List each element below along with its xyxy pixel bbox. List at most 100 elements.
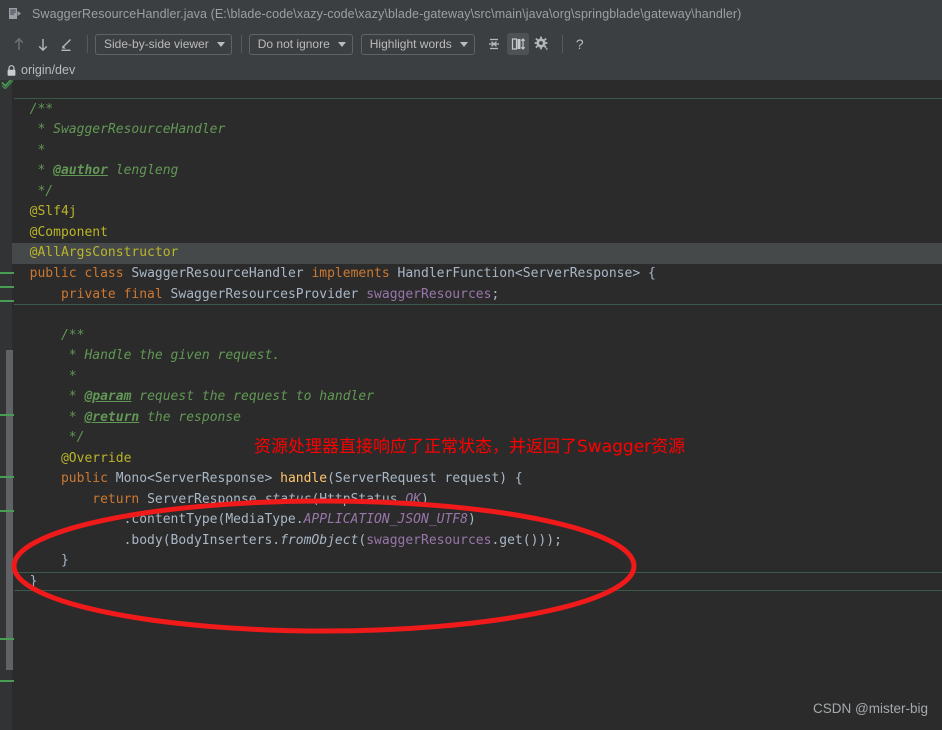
- code-token: .body(BodyInserters.: [14, 533, 281, 548]
- collapse-unchanged-icon[interactable]: [483, 33, 505, 55]
- code-line: */: [14, 182, 53, 203]
- code-line: .body(BodyInserters.fromObject(swaggerRe…: [14, 531, 562, 552]
- code-text-surface[interactable]: import springfox.documentation.swagger.w…: [0, 72, 942, 730]
- code-token: @author: [53, 163, 108, 178]
- chevron-down-icon: [459, 41, 468, 47]
- code-token: return: [14, 492, 148, 507]
- code-token: * SwaggerResourceHandler: [14, 122, 226, 137]
- code-token: request the request to handler: [131, 389, 375, 404]
- code-token: *: [14, 410, 85, 425]
- code-line: }: [14, 572, 38, 593]
- code-token: *: [14, 369, 77, 384]
- chevron-down-icon: [337, 41, 346, 47]
- code-token: }: [14, 553, 69, 568]
- help-button[interactable]: ?: [570, 36, 590, 52]
- code-token: @AllArgsConstructor: [14, 245, 179, 260]
- code-token: fromObject: [280, 533, 359, 548]
- code-line: @Override: [14, 449, 131, 470]
- code-line: public class SwaggerResourceHandler impl…: [14, 264, 656, 285]
- code-token: status: [264, 492, 312, 507]
- code-token: lengleng: [107, 163, 179, 178]
- code-token: /**: [14, 102, 54, 117]
- code-token: public: [14, 266, 85, 281]
- code-token: @param: [84, 389, 132, 404]
- code-token: ): [467, 512, 476, 527]
- diff-separator-line: [14, 572, 942, 573]
- gear-icon[interactable]: [531, 33, 553, 55]
- code-token: Mono<ServerResponse>: [115, 471, 281, 486]
- toolbar-divider: [561, 35, 563, 53]
- code-line: * @return the response: [14, 408, 241, 429]
- diff-separator-line: [14, 590, 942, 591]
- code-line: *: [14, 141, 45, 162]
- code-token: @return: [84, 410, 140, 425]
- code-line: @Slf4j: [14, 202, 77, 223]
- code-token: SwaggerResourceHandler: [131, 266, 312, 281]
- toolbar-divider: [87, 35, 88, 53]
- pencil-icon[interactable]: [56, 33, 78, 55]
- code-line: .contentType(MediaType.APPLICATION_JSON_…: [14, 510, 476, 531]
- code-token: SwaggerResourcesProvider: [170, 287, 367, 302]
- code-editor[interactable]: import springfox.documentation.swagger.w…: [0, 72, 942, 730]
- lock-icon: [7, 64, 16, 76]
- title-bar: SwaggerResourceHandler.java (E:\blade-co…: [0, 0, 942, 28]
- code-token: APPLICATION_JSON_UTF8: [303, 512, 468, 527]
- code-token: ServerResponse.: [147, 492, 265, 507]
- code-token: @Override: [14, 451, 132, 466]
- diff-separator-line: [14, 98, 942, 99]
- code-token: *: [14, 163, 54, 178]
- java-file-icon: [9, 8, 21, 19]
- code-token: implements: [311, 266, 398, 281]
- code-line: /**: [14, 326, 85, 347]
- highlight-mode-dropdown[interactable]: Highlight words: [360, 33, 475, 55]
- code-token: */: [14, 430, 85, 445]
- code-token: handle: [280, 471, 328, 486]
- code-token: the response: [139, 410, 241, 425]
- code-line: public Mono<ServerResponse> handle(Serve…: [14, 469, 523, 490]
- code-token: * Handle the given request.: [14, 348, 281, 363]
- toolbar-divider: [240, 35, 242, 53]
- code-token: *: [14, 143, 46, 158]
- code-line: * Handle the given request.: [14, 346, 280, 367]
- code-token: *: [14, 389, 85, 404]
- code-line: private final SwaggerResourcesProvider s…: [14, 285, 499, 306]
- chevron-down-icon: [216, 41, 225, 47]
- code-line: * @param request the request to handler: [14, 387, 374, 408]
- diff-toolbar: Side-by-side viewer Do not ignore Highli…: [0, 28, 942, 60]
- code-token: @Slf4j: [14, 204, 77, 219]
- code-token: (ServerRequest request) {: [327, 471, 523, 486]
- code-token: swaggerResources: [366, 287, 492, 302]
- code-line: @Component: [14, 223, 108, 244]
- viewer-mode-dropdown[interactable]: Side-by-side viewer: [95, 33, 232, 55]
- code-token: @Component: [14, 225, 108, 240]
- code-token: public: [14, 471, 116, 486]
- arrow-down-icon[interactable]: [32, 33, 54, 55]
- code-token: (HttpStatus.: [311, 492, 406, 507]
- code-line: return ServerResponse.status(HttpStatus.…: [14, 490, 429, 511]
- csdn-watermark: CSDN @mister-big: [813, 701, 928, 716]
- code-token: .contentType(MediaType.: [14, 512, 304, 527]
- code-token: .get()));: [491, 533, 562, 548]
- code-token: class: [84, 266, 132, 281]
- code-line: @AllArgsConstructor: [14, 243, 179, 264]
- code-token: /**: [14, 328, 85, 343]
- synchronize-scroll-icon[interactable]: [506, 33, 529, 55]
- code-token: OK: [405, 492, 422, 507]
- code-token: ): [421, 492, 429, 507]
- branch-bar: origin/dev: [0, 60, 942, 80]
- viewer-mode-label: Side-by-side viewer: [104, 37, 209, 51]
- code-token: */: [14, 184, 54, 199]
- window-title: SwaggerResourceHandler.java (E:\blade-co…: [32, 7, 742, 21]
- code-line: /**: [14, 100, 54, 121]
- code-line: * SwaggerResourceHandler: [14, 120, 225, 141]
- diff-viewer-window: SwaggerResourceHandler.java (E:\blade-co…: [0, 0, 942, 730]
- ignore-mode-dropdown[interactable]: Do not ignore: [248, 33, 353, 55]
- code-line: *: [14, 367, 77, 388]
- code-token: final: [123, 287, 171, 302]
- arrow-up-icon[interactable]: [8, 33, 30, 55]
- branch-label: origin/dev: [21, 63, 76, 77]
- code-token: }: [14, 574, 38, 589]
- code-line: * @author lengleng: [14, 161, 178, 182]
- ignore-mode-label: Do not ignore: [257, 37, 330, 51]
- code-token: HandlerFunction<ServerResponse> {: [397, 266, 656, 281]
